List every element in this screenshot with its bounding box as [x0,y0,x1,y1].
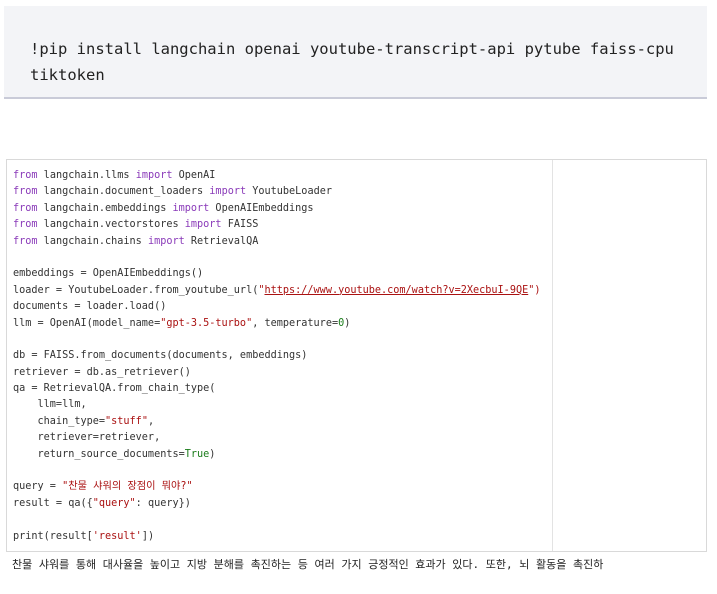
code-line: query = "찬물 샤워의 장점이 뭐야?" [13,481,193,493]
code-line: result = qa({"query": query}) [13,497,191,509]
code-line: return_source_documents=True) [13,448,216,460]
code-line: db = FAISS.from_documents(documents, emb… [13,350,308,362]
code-line: documents = loader.load() [13,301,167,313]
code-line: from langchain.vectorstores import FAISS [13,219,259,231]
code-editor[interactable]: from langchain.llms import OpenAI from l… [13,168,541,545]
code-line: embeddings = OpenAIEmbeddings() [13,268,204,280]
code-line: retriever = db.as_retriever() [13,366,191,378]
output-text: 찬물 샤워를 통해 대사율을 높이고 지방 분해를 촉진하는 등 여러 가지 긍… [12,558,604,571]
code-cell[interactable]: from langchain.llms import OpenAI from l… [6,159,707,551]
code-line: from langchain.document_loaders import Y… [13,186,332,198]
code-line: from langchain.llms import OpenAI [13,170,216,181]
install-code-block: !pip install langchain openai youtube-tr… [4,6,707,99]
code-line: llm = OpenAI(model_name="gpt-3.5-turbo",… [13,317,351,329]
cell-output: 찬물 샤워를 통해 대사율을 높이고 지방 분해를 촉진하는 등 여러 가지 긍… [6,551,707,581]
code-line: qa = RetrievalQA.from_chain_type( [13,383,216,395]
youtube-url-link[interactable]: https://www.youtube.com/watch?v=2XecbuI-… [264,285,528,296]
code-line: print(result['result']) [13,530,155,542]
code-line: from langchain.chains import RetrievalQA [13,235,259,247]
code-line: chain_type="stuff", [13,415,155,427]
pip-install-command: !pip install langchain openai youtube-tr… [30,40,684,84]
code-line: llm=llm, [13,399,87,411]
code-line: from langchain.embeddings import OpenAIE… [13,202,314,214]
code-line: loader = YoutubeLoader.from_youtube_url(… [13,284,541,296]
code-line: retriever=retriever, [13,432,161,444]
line-length-ruler [552,160,553,551]
